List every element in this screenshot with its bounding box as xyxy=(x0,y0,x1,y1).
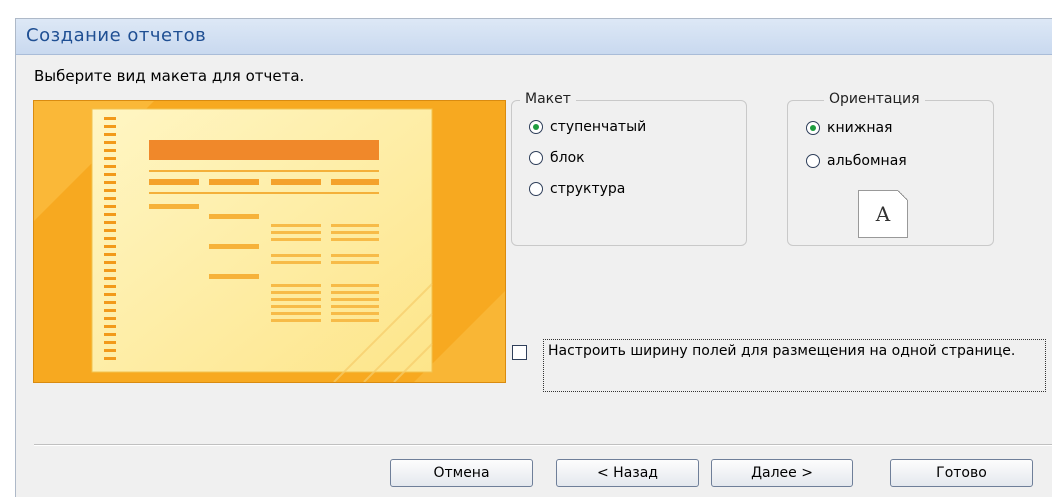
outline-label: структура xyxy=(550,181,626,197)
portrait-label: книжная xyxy=(827,120,893,136)
window-title: Создание отчетов xyxy=(26,25,207,46)
instruction-text: Выберите вид макета для отчета. xyxy=(34,67,305,85)
layout-option-block[interactable]: блок xyxy=(529,150,585,166)
back-button[interactable]: < Назад xyxy=(556,459,699,487)
layout-option-stepped[interactable]: ступенчатый xyxy=(529,119,646,135)
block-label: блок xyxy=(550,150,585,166)
fit-width-label[interactable]: Настроить ширину полей для размещения на… xyxy=(543,339,1046,392)
layout-preview-image xyxy=(33,100,506,383)
orientation-icon-letter: A xyxy=(875,202,891,226)
orientation-option-landscape[interactable]: альбомная xyxy=(806,153,907,169)
stepped-label: ступенчатый xyxy=(550,119,647,135)
finish-button[interactable]: Готово xyxy=(890,459,1033,487)
landscape-label: альбомная xyxy=(827,153,907,169)
orientation-option-portrait[interactable]: книжная xyxy=(806,120,892,136)
fit-width-checkbox[interactable] xyxy=(512,345,527,360)
cancel-button[interactable]: Отмена xyxy=(390,459,533,487)
block-radio[interactable] xyxy=(529,151,543,165)
next-button[interactable]: Далее > xyxy=(711,459,853,487)
landscape-radio[interactable] xyxy=(806,154,820,168)
portrait-radio[interactable] xyxy=(806,121,820,135)
page-orientation-icon: A xyxy=(858,190,908,238)
layout-group-label: Макет xyxy=(520,91,576,107)
page-fold-icon xyxy=(898,190,908,200)
title-bar: Создание отчетов xyxy=(16,19,1052,55)
footer-divider xyxy=(34,444,1052,446)
stepped-radio[interactable] xyxy=(529,120,543,134)
outline-radio[interactable] xyxy=(529,182,543,196)
orientation-group-label: Ориентация xyxy=(824,91,925,107)
layout-option-outline[interactable]: структура xyxy=(529,181,625,197)
report-wizard-dialog: Создание отчетов Выберите вид макета для… xyxy=(15,18,1052,497)
